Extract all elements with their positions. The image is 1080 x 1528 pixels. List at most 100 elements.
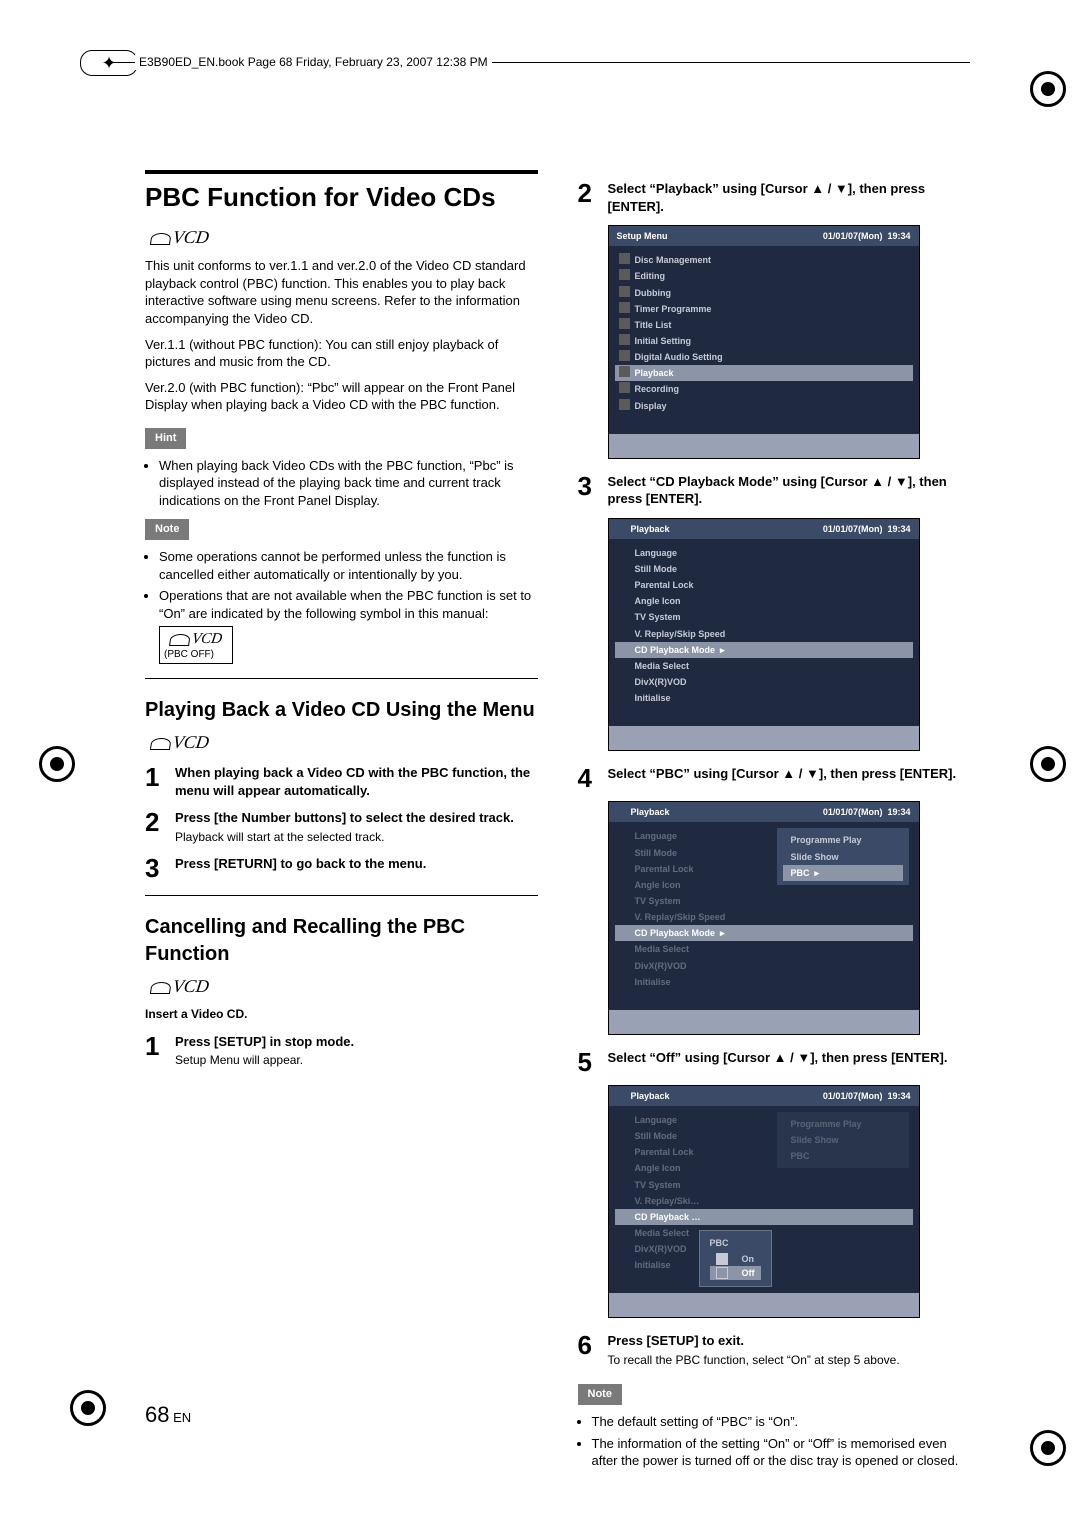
pre-step-text: Insert a Video CD. — [145, 1006, 538, 1022]
ss-time: 19:34 — [887, 1091, 910, 1101]
step-2: 2 Press [the Number buttons] to select t… — [145, 809, 538, 845]
ss-footer — [609, 1010, 919, 1034]
subsection-title: Cancelling and Recalling the PBC Functio… — [145, 914, 538, 968]
menu-item-selected: CD Playback Mode ▸ — [615, 642, 913, 658]
screenshot-cd-playback-mode: Playback 01/01/07(Mon) 19:34 Language Sti… — [608, 801, 920, 1035]
step-text: Select “PBC” using [Cursor ▲ / ▼], then … — [608, 765, 971, 783]
title-rule — [145, 170, 538, 174]
page-number: 68 EN — [145, 1400, 191, 1430]
ss-date: 01/01/07(Mon) — [823, 807, 883, 817]
hint-item: When playing back Video CDs with the PBC… — [159, 457, 538, 510]
menu-item: Disc Management — [615, 252, 913, 268]
note-list: Some operations cannot be performed unle… — [145, 548, 538, 622]
step-text: Press [SETUP] in stop mode. — [175, 1033, 538, 1051]
menu-item: Editing — [615, 268, 913, 284]
step-number: 1 — [145, 1033, 165, 1069]
submenu-item-selected: PBC ▸ — [783, 865, 903, 881]
menu-item: V. Replay/Skip Speed — [615, 626, 913, 642]
header-filepath: E3B90ED_EN.book Page 68 Friday, February… — [135, 54, 492, 70]
crop-target-icon: ✦ — [80, 50, 138, 76]
vcd-badge: VCD — [143, 225, 216, 249]
screenshot-playback-menu: Playback 01/01/07(Mon) 19:34 Language Sti… — [608, 518, 920, 752]
crop-mark-left — [39, 746, 75, 782]
screenshot-pbc-off: Playback 01/01/07(Mon) 19:34 Language Sti… — [608, 1085, 920, 1319]
note-list: The default setting of “PBC” is “On”. Th… — [578, 1413, 971, 1470]
page: ✦ E3B90ED_EN.book Page 68 Friday, Februa… — [0, 0, 1080, 1528]
menu-item: Language — [615, 545, 913, 561]
submenu-item: Slide Show — [783, 1132, 903, 1148]
menu-item: Still Mode — [615, 561, 913, 577]
menu-item: Recording — [615, 381, 913, 397]
crop-mark-right — [1030, 746, 1066, 782]
intro-paragraph-1: This unit conforms to ver.1.1 and ver.2.… — [145, 257, 538, 327]
ss-time: 19:34 — [887, 524, 910, 534]
vcd-badge: VCD — [143, 730, 216, 754]
ss-date: 01/01/07(Mon) — [823, 231, 883, 241]
step-1: 1 When playing back a Video CD with the … — [145, 764, 538, 799]
screenshot-setup-menu: Setup Menu01/01/07(Mon) 19:34 Disc Manag… — [608, 225, 920, 459]
ss-body: Language Still Mode Parental Lock Angle … — [609, 822, 919, 1009]
menu-item: Initialise — [615, 974, 913, 990]
step-text: Press [SETUP] to exit. — [608, 1332, 971, 1350]
menu-item: Title List — [615, 317, 913, 333]
menu-item: TV System — [615, 893, 913, 909]
menu-item: TV System — [615, 609, 913, 625]
ss-footer — [609, 434, 919, 458]
ss-title-text: Playback — [617, 1090, 670, 1102]
step-text: Press [RETURN] to go back to the menu. — [175, 855, 538, 873]
note-item: The information of the setting “On” or “… — [592, 1435, 971, 1470]
vcd-badge: VCD — [143, 974, 216, 998]
ss-footer — [609, 726, 919, 750]
menu-item: DivX(R)VOD — [615, 958, 913, 974]
popup-option-off: Off — [710, 1266, 761, 1280]
note-item: Some operations cannot be performed unle… — [159, 548, 538, 583]
menu-item: Parental Lock — [615, 577, 913, 593]
step-number: 3 — [578, 473, 598, 508]
submenu-item: Programme Play — [783, 832, 903, 848]
ss-body: Language Still Mode Parental Lock Angle … — [609, 1106, 919, 1293]
divider — [145, 678, 538, 679]
ss-title-text: Playback — [617, 806, 670, 818]
step-text: Select “Off” using [Cursor ▲ / ▼], then … — [608, 1049, 971, 1067]
step-3r: 3 Select “CD Playback Mode” using [Curso… — [578, 473, 971, 508]
note-item: Operations that are not available when t… — [159, 587, 538, 622]
ss-time: 19:34 — [887, 807, 910, 817]
vcd-badge-small: VCD — [163, 629, 230, 649]
menu-item: V. Replay/Skip Speed — [615, 909, 913, 925]
step-text: Select “CD Playback Mode” using [Cursor … — [608, 473, 971, 508]
step-4r: 4 Select “PBC” using [Cursor ▲ / ▼], the… — [578, 765, 971, 791]
subsection-title: Playing Back a Video CD Using the Menu — [145, 697, 538, 724]
ss-body: Disc Management Editing Dubbing Timer Pr… — [609, 246, 919, 433]
step-text: Press [the Number buttons] to select the… — [175, 809, 538, 827]
note-label: Note — [145, 519, 189, 540]
step-1b: 1 Press [SETUP] in stop mode. Setup Menu… — [145, 1033, 538, 1069]
step-number: 2 — [145, 809, 165, 845]
menu-item: Digital Audio Setting — [615, 349, 913, 365]
menu-item: TV System — [615, 1177, 913, 1193]
ss-date: 01/01/07(Mon) — [823, 524, 883, 534]
step-text: Select “Playback” using [Cursor ▲ / ▼], … — [608, 180, 971, 215]
right-column: 2 Select “Playback” using [Cursor ▲ / ▼]… — [578, 170, 971, 1448]
step-number: 2 — [578, 180, 598, 215]
step-number: 1 — [145, 764, 165, 799]
crop-mark-tr — [1030, 60, 1066, 109]
intro-paragraph-3: Ver.2.0 (with PBC function): “Pbc” will … — [145, 379, 538, 414]
ss-date: 01/01/07(Mon) — [823, 1091, 883, 1101]
step-subtext: Playback will start at the selected trac… — [175, 829, 538, 845]
step-2r: 2 Select “Playback” using [Cursor ▲ / ▼]… — [578, 180, 971, 215]
ss-time: 19:34 — [887, 231, 910, 241]
content-area: PBC Function for Video CDs VCD This unit… — [145, 170, 970, 1448]
submenu-item: Programme Play — [783, 1116, 903, 1132]
submenu-item: Slide Show — [783, 849, 903, 865]
intro-paragraph-2: Ver.1.1 (without PBC function): You can … — [145, 336, 538, 371]
note-item: The default setting of “PBC” is “On”. — [592, 1413, 971, 1431]
divider — [145, 895, 538, 896]
ss-title-text: Playback — [617, 523, 670, 535]
menu-item: Dubbing — [615, 285, 913, 301]
menu-item: V. Replay/Ski… — [615, 1193, 913, 1209]
menu-item-selected: CD Playback Mode ▸ — [615, 925, 913, 941]
step-subtext: Setup Menu will appear. — [175, 1052, 538, 1068]
step-number: 5 — [578, 1049, 598, 1075]
step-5r: 5 Select “Off” using [Cursor ▲ / ▼], the… — [578, 1049, 971, 1075]
popup-title: PBC — [710, 1237, 761, 1252]
